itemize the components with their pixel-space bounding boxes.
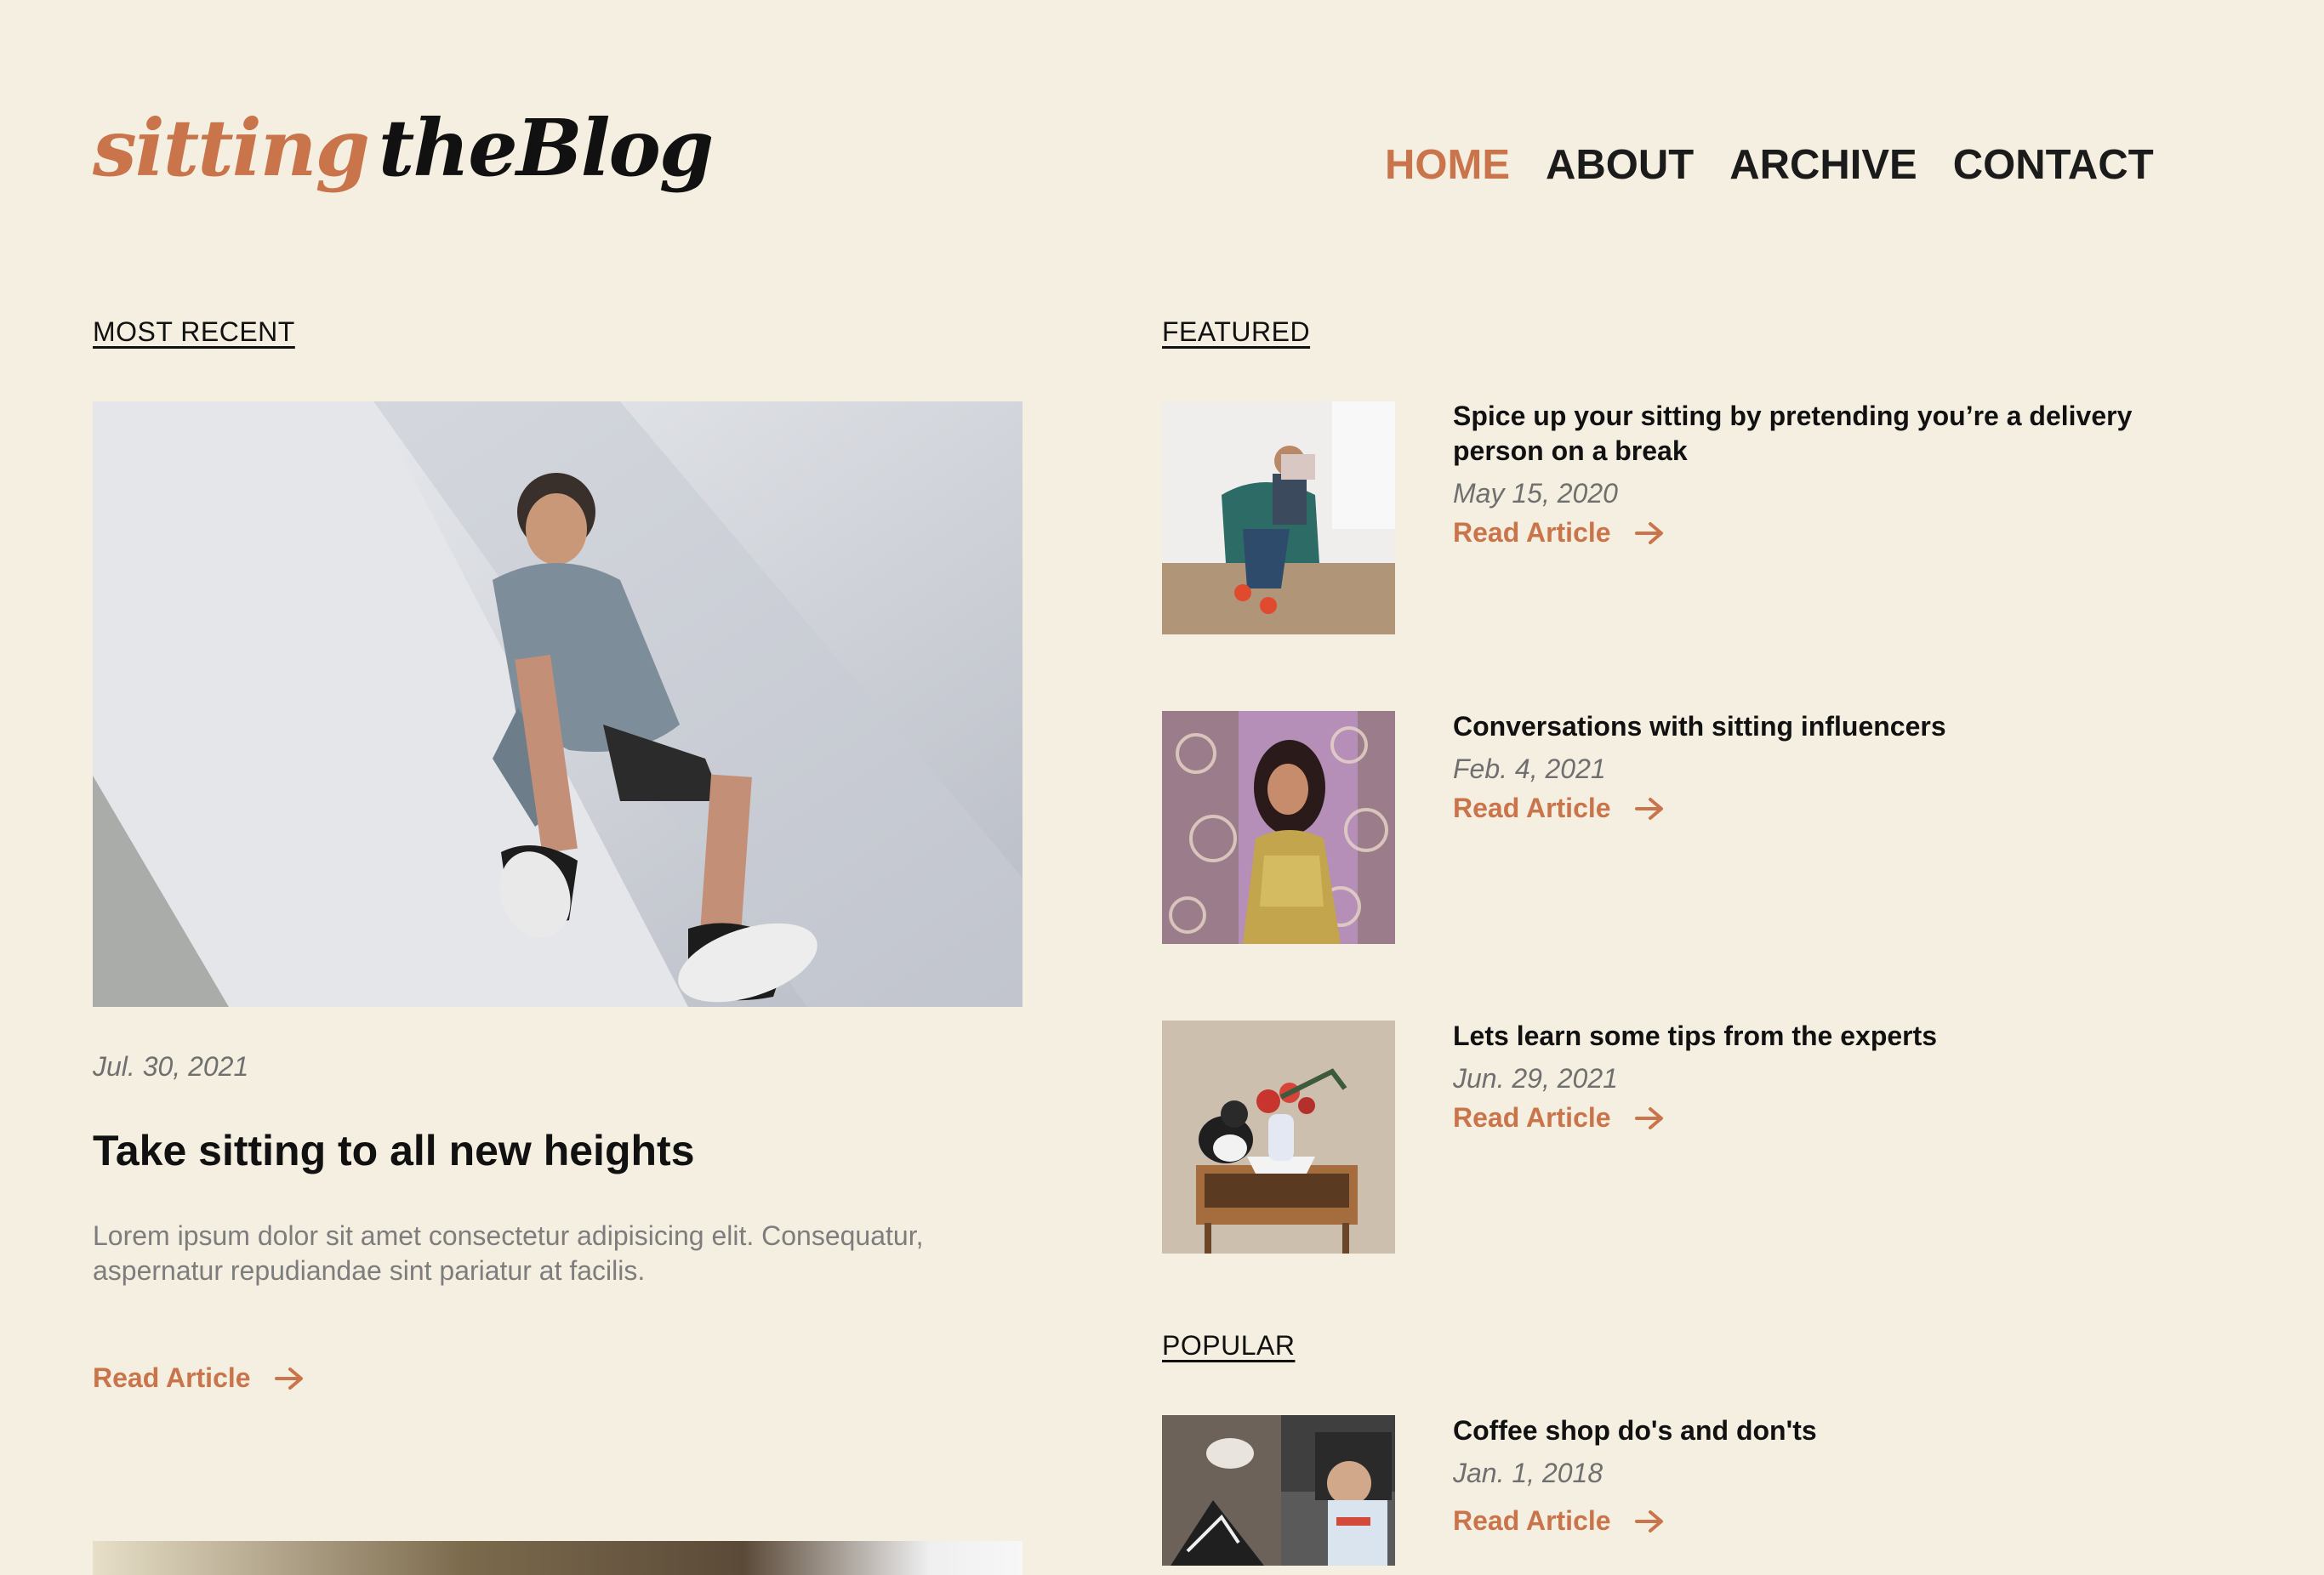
featured-article-date-1: May 15, 2020 xyxy=(1453,478,1618,509)
read-article-label: Read Article xyxy=(1453,1102,1611,1133)
popular-article-thumb-1[interactable] xyxy=(1162,1415,1395,1566)
read-article-label: Read Article xyxy=(93,1362,251,1393)
nav-home[interactable]: HOME xyxy=(1385,145,1510,186)
featured-read-wrap-3: Read Article xyxy=(1453,1102,1664,1134)
featured-article-title-3[interactable]: Lets learn some tips from the experts xyxy=(1453,1019,2133,1054)
featured-read-wrap-2: Read Article xyxy=(1453,793,1664,824)
second-article-image[interactable] xyxy=(93,1541,1022,1575)
nav-contact[interactable]: CONTACT xyxy=(1953,145,2154,186)
arrow-right-icon xyxy=(1634,1106,1664,1130)
arrow-right-icon xyxy=(274,1367,304,1390)
main-nav: HOME ABOUT ARCHIVE CONTACT xyxy=(1385,145,2154,186)
recent-article-excerpt: Lorem ipsum dolor sit amet consectetur a… xyxy=(93,1220,924,1286)
recent-read-article-link[interactable]: Read Article xyxy=(93,1362,304,1394)
featured-article-date-3: Jun. 29, 2021 xyxy=(1453,1063,1618,1094)
arrow-right-icon xyxy=(1634,1510,1664,1533)
popular-article-title-1[interactable]: Coffee shop do's and don'ts xyxy=(1453,1413,2133,1448)
blog-logo[interactable]: sitting theBlog xyxy=(93,109,714,187)
featured-thumb-illustration-2 xyxy=(1162,711,1395,944)
popular-thumb-illustration-1 xyxy=(1162,1415,1395,1566)
featured-article-date-2: Feb. 4, 2021 xyxy=(1453,753,1606,784)
featured-read-article-link-2[interactable]: Read Article xyxy=(1453,793,1664,824)
popular-read-wrap-1: Read Article xyxy=(1453,1505,1664,1537)
recent-read-article-link-wrap: Read Article xyxy=(93,1362,304,1394)
read-article-label: Read Article xyxy=(1453,517,1611,548)
recent-article-image[interactable] xyxy=(93,401,1022,1007)
popular-heading: POPULAR xyxy=(1162,1330,1296,1361)
featured-read-wrap-1: Read Article xyxy=(1453,517,1664,549)
read-article-label: Read Article xyxy=(1453,1505,1611,1536)
featured-read-article-link-1[interactable]: Read Article xyxy=(1453,517,1664,549)
featured-article-title-2[interactable]: Conversations with sitting influencers xyxy=(1453,709,2133,744)
featured-read-article-link-3[interactable]: Read Article xyxy=(1453,1102,1664,1134)
featured-thumb-illustration-1 xyxy=(1162,401,1395,634)
most-recent-heading: MOST RECENT xyxy=(93,316,295,347)
recent-article-illustration xyxy=(93,401,1022,1007)
popular-article-date-1: Jan. 1, 2018 xyxy=(1453,1458,1603,1488)
featured-article-title-1[interactable]: Spice up your sitting by pretending you’… xyxy=(1453,399,2133,469)
featured-heading: FEATURED xyxy=(1162,316,1311,347)
recent-article-date: Jul. 30, 2021 xyxy=(93,1051,249,1082)
nav-about[interactable]: ABOUT xyxy=(1546,145,1694,186)
featured-article-thumb-2[interactable] xyxy=(1162,711,1395,944)
nav-archive[interactable]: ARCHIVE xyxy=(1729,145,1917,186)
recent-article-title[interactable]: Take sitting to all new heights xyxy=(93,1126,695,1175)
featured-article-thumb-1[interactable] xyxy=(1162,401,1395,634)
read-article-label: Read Article xyxy=(1453,793,1611,823)
popular-read-article-link-1[interactable]: Read Article xyxy=(1453,1505,1664,1537)
featured-thumb-illustration-3 xyxy=(1162,1021,1395,1254)
arrow-right-icon xyxy=(1634,797,1664,821)
arrow-right-icon xyxy=(1634,521,1664,545)
logo-main-text: theBlog xyxy=(378,102,714,194)
logo-accent-text: sitting xyxy=(93,102,370,194)
featured-article-thumb-3[interactable] xyxy=(1162,1021,1395,1254)
